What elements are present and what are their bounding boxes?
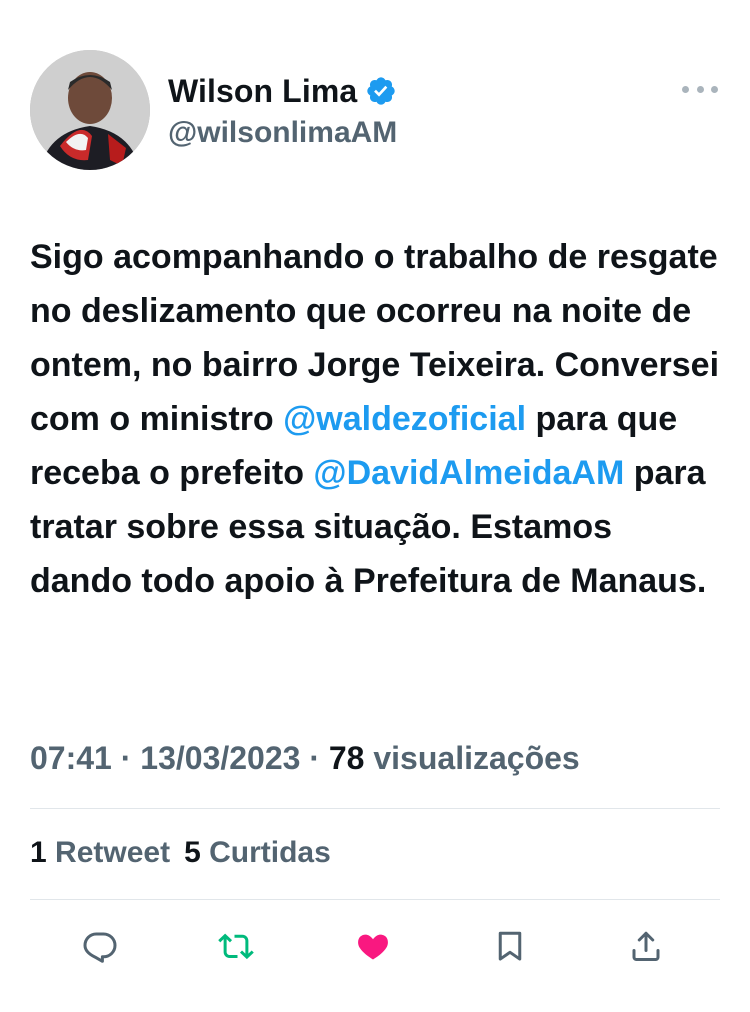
display-name[interactable]: Wilson Lima — [168, 73, 357, 110]
meta-separator: · — [120, 740, 132, 776]
more-dot — [682, 85, 689, 93]
mention-link[interactable]: @DavidAlmeidaAM — [313, 454, 624, 492]
tweet-time[interactable]: 07:41 — [30, 740, 112, 776]
tweet-meta: 07:41 · 13/03/2023 · 78 visualizações — [30, 740, 580, 777]
author-handle[interactable]: @wilsonlimaAM — [168, 116, 397, 150]
tweet-header: Wilson Lima @wilsonlimaAM — [30, 48, 720, 173]
bookmark-icon — [498, 931, 522, 961]
likes-count: 5 — [184, 836, 201, 869]
avatar-photo — [30, 50, 150, 170]
share-icon — [632, 931, 660, 961]
likes-label: Curtidas — [209, 836, 331, 869]
verified-badge-icon — [365, 75, 397, 107]
views-count: 78 — [328, 740, 365, 776]
bookmark-button[interactable] — [490, 926, 530, 966]
name-row: Wilson Lima — [168, 72, 397, 110]
retweets-label: Retweet — [55, 836, 171, 869]
divider — [30, 808, 720, 809]
retweets-stat[interactable]: 1 Retweet — [30, 836, 170, 869]
meta-separator: · — [309, 740, 320, 776]
share-button[interactable] — [626, 926, 666, 966]
reply-button[interactable] — [80, 926, 120, 966]
tweet-date[interactable]: 13/03/2023 — [140, 740, 300, 776]
likes-stat[interactable]: 5 Curtidas — [184, 836, 331, 869]
avatar[interactable] — [30, 50, 150, 170]
author-block: Wilson Lima @wilsonlimaAM — [168, 72, 397, 150]
retweets-count: 1 — [30, 836, 47, 869]
action-bar — [0, 920, 750, 970]
heart-icon — [358, 934, 388, 960]
tweet-text: Sigo acompanhando o trabalho de resgate … — [30, 230, 722, 608]
more-options-icon[interactable] — [682, 82, 718, 96]
divider — [30, 899, 720, 900]
reply-icon — [83, 932, 117, 963]
engagement-stats: 1 Retweet 5 Curtidas — [30, 836, 331, 870]
mention-link[interactable]: @waldezoficial — [283, 400, 526, 438]
retweet-button[interactable] — [216, 926, 256, 966]
like-button[interactable] — [353, 926, 393, 966]
more-dot — [696, 85, 704, 93]
retweet-icon — [218, 933, 254, 960]
more-dot — [711, 85, 718, 93]
views-label: visualizações — [373, 740, 580, 776]
